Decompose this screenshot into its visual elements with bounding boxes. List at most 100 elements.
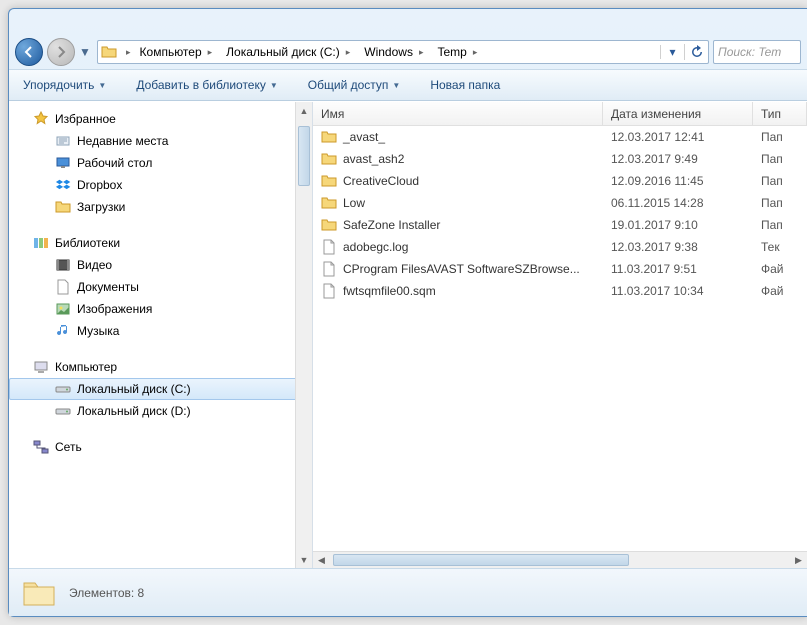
sidebar-item-disk-c[interactable]: Локальный диск (C:) xyxy=(9,378,312,400)
dropdown-arrow-icon[interactable]: ▾ xyxy=(660,45,684,59)
chevron-right-icon[interactable]: ▸ xyxy=(205,47,216,58)
drive-icon xyxy=(55,381,71,397)
forward-button[interactable] xyxy=(47,38,75,66)
folder-icon xyxy=(321,129,337,145)
explorer-window: ▼ ▸ Компьютер▸ Локальный диск (C:)▸ Wind… xyxy=(8,8,807,617)
add-to-library-button[interactable]: Добавить в библиотеку ▼ xyxy=(130,74,283,96)
horizontal-scrollbar[interactable]: ◀ ▶ xyxy=(313,551,807,568)
file-list[interactable]: _avast_12.03.2017 12:41Папavast_ash212.0… xyxy=(313,126,807,551)
nav-history-dropdown[interactable]: ▼ xyxy=(79,45,93,59)
file-name: SafeZone Installer xyxy=(343,218,440,232)
file-icon xyxy=(321,239,337,255)
file-row[interactable]: fwtsqmfile00.sqm11.03.2017 10:34Фай xyxy=(313,280,807,302)
file-type: Пап xyxy=(753,174,807,188)
favorites-header[interactable]: Избранное xyxy=(9,108,312,130)
file-name: Low xyxy=(343,196,365,210)
drive-icon xyxy=(55,403,71,419)
titlebar[interactable] xyxy=(9,9,807,35)
downloads-icon xyxy=(55,199,71,215)
network-group: Сеть xyxy=(9,436,312,458)
sidebar-scrollbar[interactable]: ▲ ▼ xyxy=(295,102,312,568)
sidebar-item-music[interactable]: Музыка xyxy=(9,320,312,342)
chevron-right-icon[interactable]: ▸ xyxy=(416,47,427,58)
favorites-group: Избранное Недавние места Рабочий стол Dr… xyxy=(9,108,312,218)
address-bar[interactable]: ▸ Компьютер▸ Локальный диск (C:)▸ Window… xyxy=(97,40,709,64)
breadcrumb-item[interactable]: Temp▸ xyxy=(431,41,485,63)
column-name[interactable]: Имя xyxy=(313,102,603,125)
sidebar-item-dropbox[interactable]: Dropbox xyxy=(9,174,312,196)
breadcrumb-item[interactable]: Компьютер▸ xyxy=(134,41,221,63)
scroll-up-icon[interactable]: ▲ xyxy=(296,102,312,119)
sidebar-item-downloads[interactable]: Загрузки xyxy=(9,196,312,218)
chevron-right-icon[interactable]: ▸ xyxy=(343,47,354,58)
file-type: Пап xyxy=(753,196,807,210)
file-row[interactable]: SafeZone Installer19.01.2017 9:10Пап xyxy=(313,214,807,236)
breadcrumb-item[interactable]: Windows▸ xyxy=(358,41,431,63)
scroll-down-icon[interactable]: ▼ xyxy=(296,551,312,568)
file-row[interactable]: CProgram FilesAVAST SoftwareSZBrowse... 1… xyxy=(313,258,807,280)
column-type[interactable]: Тип xyxy=(753,102,807,125)
recent-icon xyxy=(55,133,71,149)
file-date: 06.11.2015 14:28 xyxy=(603,196,753,210)
refresh-button[interactable] xyxy=(684,44,708,60)
file-type: Пап xyxy=(753,152,807,166)
breadcrumb-root-arrow[interactable]: ▸ xyxy=(123,47,134,58)
search-input[interactable]: Поиск: Tem xyxy=(713,40,801,64)
file-pane: Имя Дата изменения Тип _avast_ 12.03.2017… xyxy=(313,102,807,568)
file-date: 12.09.2016 11:45 xyxy=(603,174,753,188)
star-icon xyxy=(33,111,49,127)
scroll-thumb[interactable] xyxy=(333,554,629,566)
file-row[interactable]: Low 06.11.2015 14:28Пап xyxy=(313,192,807,214)
sidebar-item-desktop[interactable]: Рабочий стол xyxy=(9,152,312,174)
picture-icon xyxy=(55,301,71,317)
file-icon xyxy=(321,261,337,277)
scroll-right-icon[interactable]: ▶ xyxy=(790,552,807,568)
new-folder-button[interactable]: Новая папка xyxy=(424,74,506,96)
libraries-group: Библиотеки Видео Документы Изображения М… xyxy=(9,232,312,342)
scroll-left-icon[interactable]: ◀ xyxy=(313,552,330,568)
back-button[interactable] xyxy=(15,38,43,66)
sidebar-item-recent[interactable]: Недавние места xyxy=(9,130,312,152)
file-row[interactable]: CreativeCloud12.09.2016 11:45Пап xyxy=(313,170,807,192)
organize-button[interactable]: Упорядочить ▼ xyxy=(17,74,112,96)
sidebar-item-videos[interactable]: Видео xyxy=(9,254,312,276)
folder-icon xyxy=(98,44,120,60)
column-date[interactable]: Дата изменения xyxy=(603,102,753,125)
sidebar-item-documents[interactable]: Документы xyxy=(9,276,312,298)
content-area: Избранное Недавние места Рабочий стол Dr… xyxy=(9,101,807,568)
sidebar-item-disk-d[interactable]: Локальный диск (D:) xyxy=(9,400,312,422)
file-date: 12.03.2017 9:38 xyxy=(603,240,753,254)
dropbox-icon xyxy=(55,177,71,193)
file-row[interactable]: adobegc.log12.03.2017 9:38Тек xyxy=(313,236,807,258)
file-name: fwtsqmfile00.sqm xyxy=(343,284,436,298)
scroll-thumb[interactable] xyxy=(298,126,310,186)
sidebar-label: Избранное xyxy=(55,112,116,126)
status-text: Элементов: 8 xyxy=(69,586,144,600)
library-icon xyxy=(33,235,49,251)
computer-header[interactable]: Компьютер xyxy=(9,356,312,378)
column-headers: Имя Дата изменения Тип xyxy=(313,102,807,126)
folder-icon xyxy=(321,217,337,233)
file-type: Фай xyxy=(753,262,807,276)
network-header[interactable]: Сеть xyxy=(9,436,312,458)
computer-group: Компьютер Локальный диск (C:) Локальный … xyxy=(9,356,312,422)
share-button[interactable]: Общий доступ ▼ xyxy=(302,74,407,96)
file-type: Фай xyxy=(753,284,807,298)
folder-icon xyxy=(321,195,337,211)
file-name: CProgram FilesAVAST SoftwareSZBrowse... xyxy=(343,262,580,276)
file-date: 19.01.2017 9:10 xyxy=(603,218,753,232)
folder-icon xyxy=(321,151,337,167)
file-type: Тек xyxy=(753,240,807,254)
libraries-header[interactable]: Библиотеки xyxy=(9,232,312,254)
file-row[interactable]: avast_ash212.03.2017 9:49Пап xyxy=(313,148,807,170)
file-name: _avast_ xyxy=(343,130,385,144)
file-date: 12.03.2017 12:41 xyxy=(603,130,753,144)
file-name: avast_ash2 xyxy=(343,152,404,166)
computer-icon xyxy=(33,359,49,375)
chevron-right-icon[interactable]: ▸ xyxy=(470,47,481,58)
sidebar-item-pictures[interactable]: Изображения xyxy=(9,298,312,320)
file-date: 11.03.2017 9:51 xyxy=(603,262,753,276)
file-row[interactable]: _avast_12.03.2017 12:41Пап xyxy=(313,126,807,148)
breadcrumb-item[interactable]: Локальный диск (C:)▸ xyxy=(220,41,358,63)
search-placeholder: Поиск: Tem xyxy=(718,45,781,59)
